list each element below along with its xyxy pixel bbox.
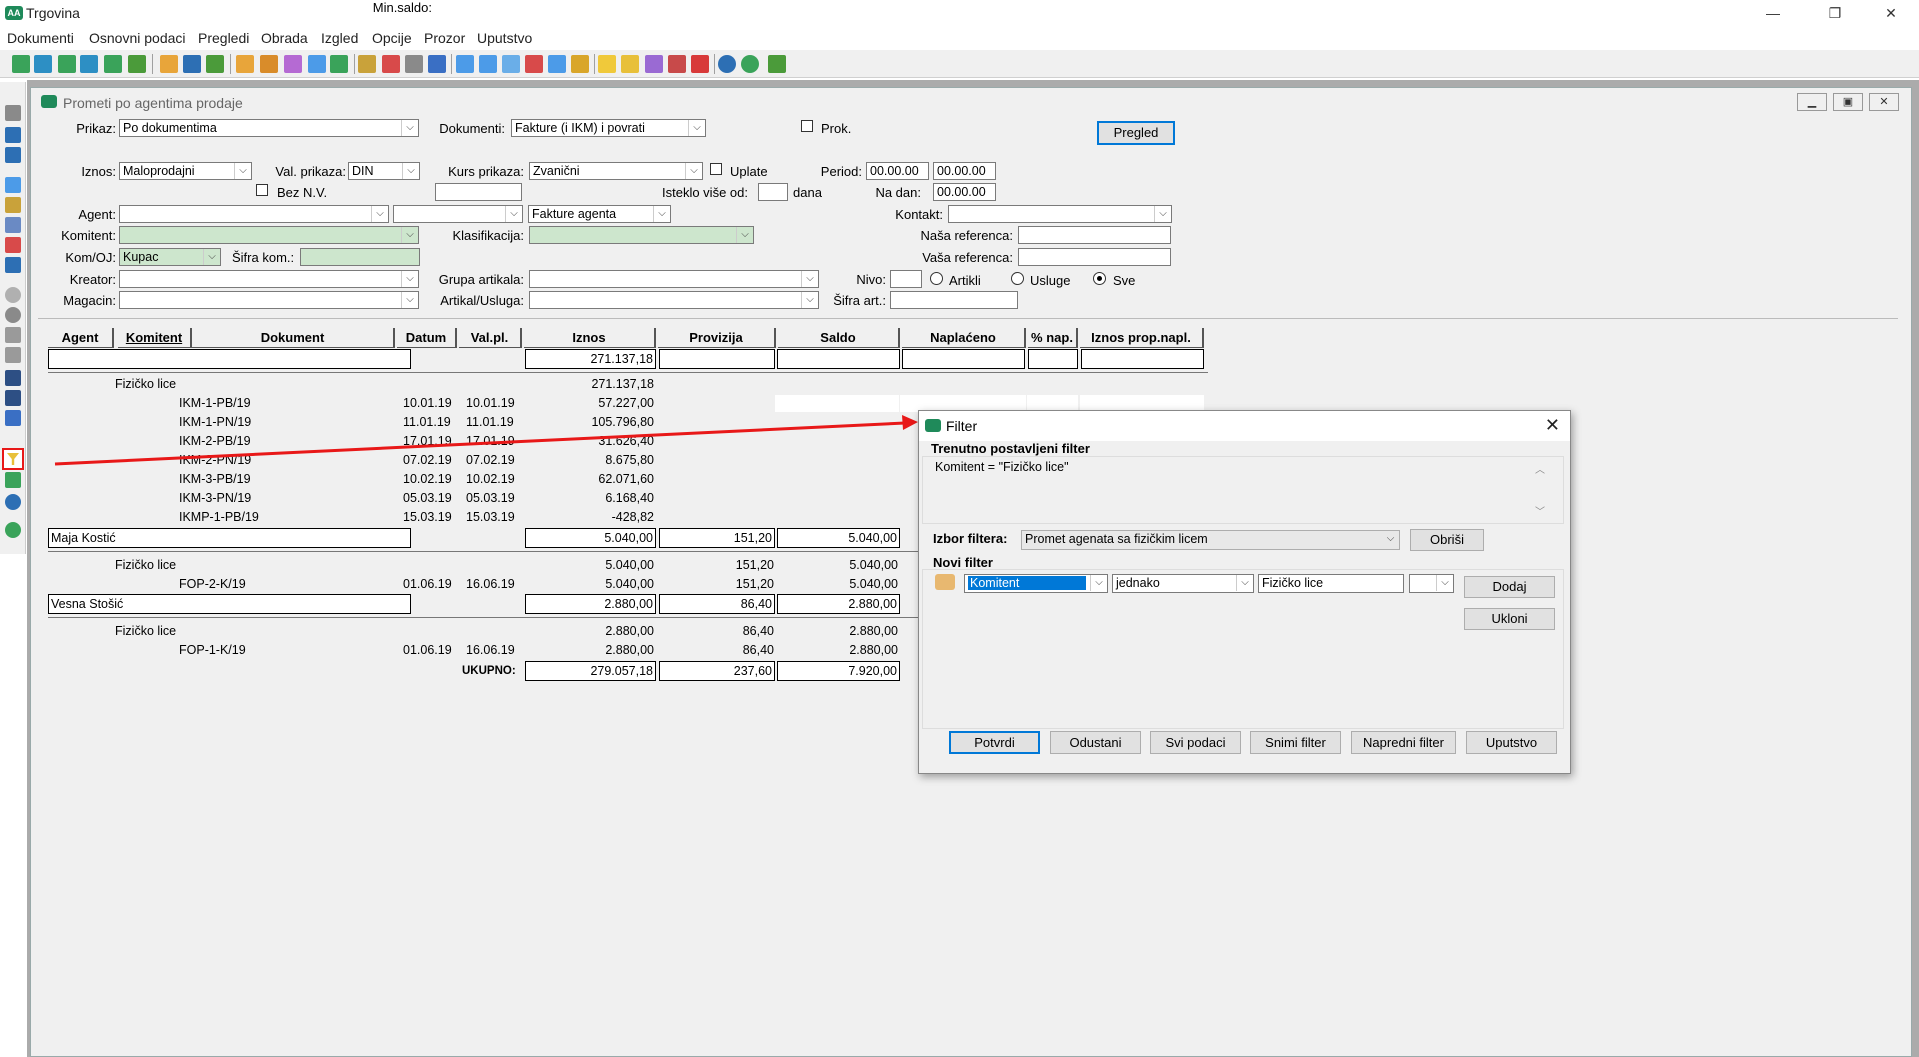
uputstvo-button[interactable]: Uputstvo [1466, 731, 1557, 754]
filter-dialog: Filter ✕ Trenutno postavljeni filter Kom… [918, 410, 1571, 774]
napredni-filter-button[interactable]: Napredni filter [1351, 731, 1456, 754]
svi-podaci-button[interactable]: Svi podaci [1150, 731, 1241, 754]
potvrdi-button[interactable]: Potvrdi [949, 731, 1040, 754]
ukloni-button[interactable]: Ukloni [1464, 608, 1555, 630]
izbor-filtera-label: Izbor filtera: [933, 531, 1008, 546]
odustani-button[interactable]: Odustani [1050, 731, 1141, 754]
pointing-hand-icon [935, 574, 955, 590]
novi-filter-label: Novi filter [933, 555, 993, 570]
value-field[interactable]: Fizičko lice [1258, 574, 1404, 593]
close-icon[interactable]: ✕ [1545, 415, 1560, 436]
dialog-logo [925, 419, 941, 432]
chevron-down-icon: ⌵ [1236, 575, 1253, 591]
scroll-up-icon[interactable]: ︿ [1535, 461, 1545, 476]
scroll-down-icon[interactable]: ﹀ [1535, 503, 1545, 518]
current-filter-box: Komitent = "Fizičko lice" ︿ ﹀ [922, 456, 1564, 524]
dodaj-button[interactable]: Dodaj [1464, 576, 1555, 598]
snimi-filter-button[interactable]: Snimi filter [1250, 731, 1341, 754]
obrisi-button[interactable]: Obriši [1410, 529, 1484, 551]
chevron-down-icon: ⌵ [1382, 531, 1399, 549]
chevron-down-icon: ⌵ [1090, 575, 1107, 591]
extra-select[interactable]: ⌵ [1409, 574, 1454, 593]
operator-select[interactable]: jednako ⌵ [1112, 574, 1254, 593]
chevron-down-icon: ⌵ [1436, 575, 1453, 591]
current-filter-label: Trenutno postavljeni filter [931, 441, 1090, 456]
filter-dialog-title-bar: Filter ✕ [919, 411, 1570, 441]
izbor-filtera-select[interactable]: Promet agenata sa fizičkim licem ⌵ [1021, 530, 1400, 550]
current-filter-value: Komitent = "Fizičko lice" [935, 460, 1069, 474]
field-select[interactable]: Komitent ⌵ [964, 574, 1108, 593]
filter-dialog-title: Filter [946, 418, 978, 434]
